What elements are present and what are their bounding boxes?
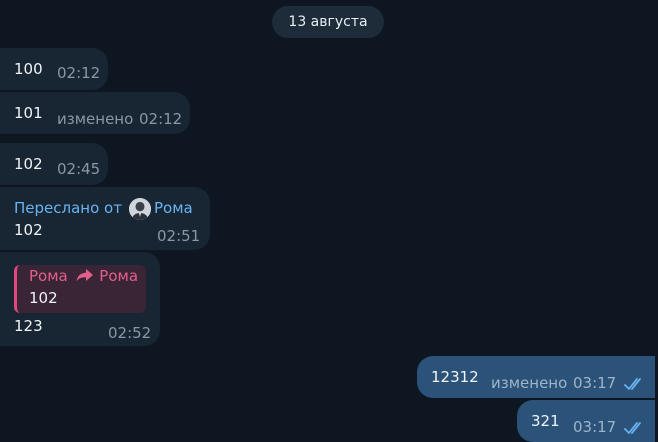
message-text: 102 — [14, 221, 43, 239]
reply-text: 102 — [29, 289, 58, 307]
message-text: 12312 — [431, 368, 479, 386]
message-time: 02:12 — [57, 64, 101, 82]
outgoing-message-bubble[interactable]: 321 03:17 — [517, 400, 655, 442]
message-text: 101 — [14, 104, 43, 122]
reply-header: Рома Рома — [29, 267, 138, 285]
message-text: 102 — [14, 155, 43, 173]
edited-label: изменено — [57, 110, 134, 128]
message-time: 02:12 — [139, 110, 183, 128]
share-arrow-icon — [76, 269, 93, 282]
reply-from-name: Рома — [29, 267, 68, 285]
message-time: 02:52 — [108, 324, 152, 342]
message-time: 02:45 — [57, 160, 101, 178]
message-time: 03:17 — [573, 418, 617, 436]
message-text: 100 — [14, 60, 43, 78]
avatar-image — [129, 198, 151, 220]
forwarded-prefix: Переслано от — [14, 199, 122, 217]
message-time: 03:17 — [573, 374, 617, 392]
message-bubble[interactable]: 100 02:12 — [0, 48, 108, 90]
avatar[interactable] — [129, 198, 151, 220]
message-bubble[interactable]: 102 02:45 — [0, 143, 108, 185]
forwarded-message-bubble[interactable]: Переслано от Рома 102 02:51 — [0, 187, 210, 250]
reply-quote[interactable]: Рома Рома 102 — [14, 265, 146, 313]
double-check-icon — [624, 378, 641, 390]
message-text: 321 — [531, 412, 560, 430]
chat-history: 13 августа 100 02:12 101 изменено 02:12 … — [0, 0, 658, 442]
forwarded-header[interactable]: Переслано от — [14, 199, 122, 217]
outgoing-message-bubble[interactable]: 12312 изменено 03:17 — [417, 356, 655, 398]
message-bubble[interactable]: 101 изменено 02:12 — [0, 92, 190, 134]
reply-message-bubble[interactable]: Рома Рома 102 123 02:52 — [0, 252, 160, 346]
message-time: 02:51 — [157, 227, 201, 245]
double-check-icon — [624, 422, 641, 434]
forwarded-sender[interactable]: Рома — [154, 199, 193, 217]
edited-label: изменено — [491, 374, 568, 392]
reply-to-name: Рома — [99, 267, 139, 285]
date-separator: 13 августа — [272, 6, 384, 38]
message-text: 123 — [14, 317, 43, 335]
